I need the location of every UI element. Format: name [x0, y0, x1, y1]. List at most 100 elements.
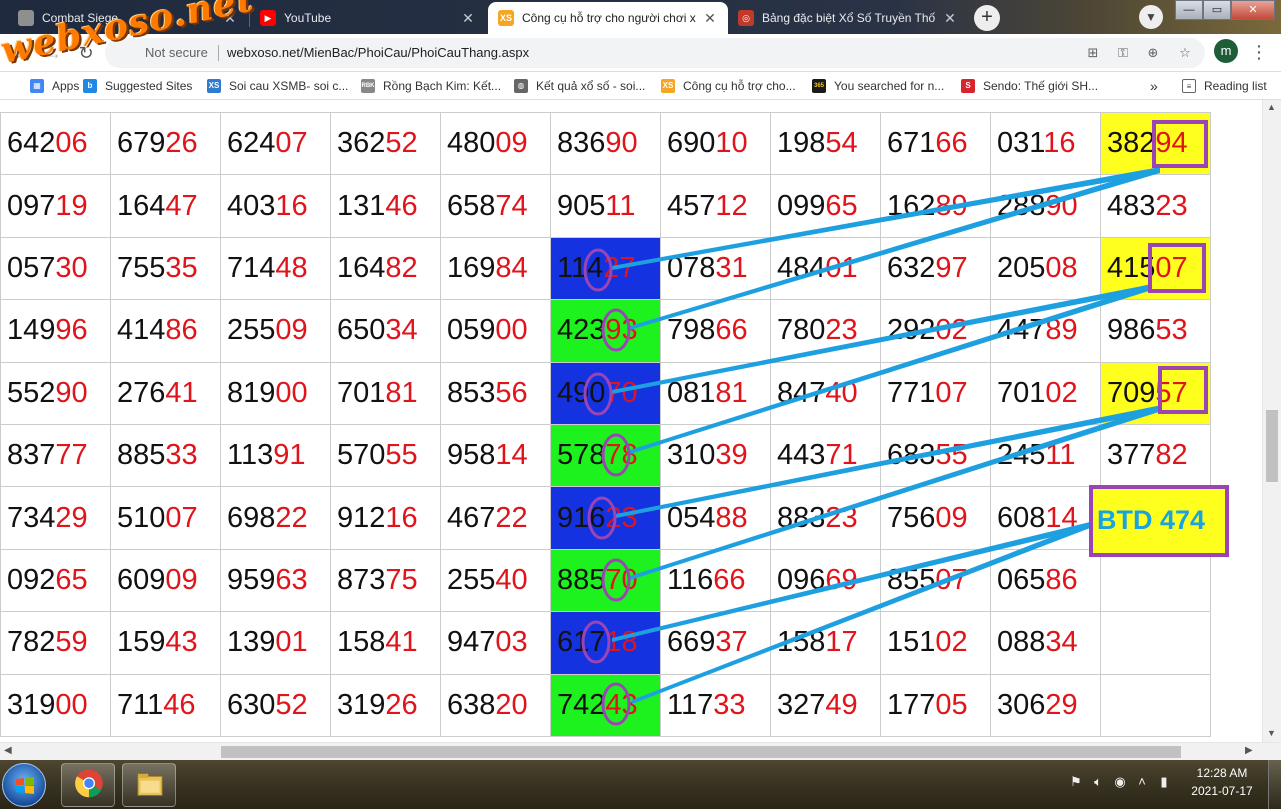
volume-icon[interactable]: 🔈︎ — [1090, 774, 1106, 790]
horizontal-scrollbar[interactable]: ◀ ▶ — [0, 742, 1281, 760]
start-button[interactable] — [2, 763, 46, 807]
flag-notification-icon[interactable]: ⚑ — [1068, 774, 1084, 790]
grid-cell: 61718 — [550, 611, 661, 675]
avatar[interactable]: m — [1214, 39, 1238, 63]
bookmarks-more-button[interactable]: » — [1150, 77, 1158, 95]
close-window-button[interactable]: ✕ — [1231, 0, 1275, 20]
key-icon[interactable]: ⚿ — [1113, 43, 1133, 63]
clock-time[interactable]: 12:28 AM — [1190, 766, 1254, 780]
security-indicator[interactable]: Not secure — [145, 45, 208, 60]
grid-cell: 69010 — [660, 111, 771, 176]
cell-tail-digits: 57 — [1155, 376, 1188, 409]
bookmark-suggested-sites[interactable]: b Suggested Sites — [83, 77, 192, 95]
cell-head-digits: 480 — [447, 127, 496, 160]
bookmark-rong-bach-kim[interactable]: RBK Rồng Bạch Kim: Kết... — [361, 77, 501, 95]
grid-cell: 11391 — [220, 423, 331, 488]
grid-row: 09719 16447 40316 13146 65874 90511 45712 09965… — [0, 174, 1211, 238]
cell-tail-digits: 84 — [495, 251, 528, 284]
bookmark-cong-cu[interactable]: XS Công cụ hỗ trợ cho... — [661, 77, 796, 95]
bookmark-label: Soi cau XSMB- soi c... — [229, 79, 349, 93]
cell-tail-digits: 89 — [1045, 314, 1078, 347]
menu-icon[interactable]: ⋮ — [1250, 40, 1268, 64]
scroll-up-icon[interactable]: ▲ — [1267, 102, 1276, 112]
bookmark-sendo[interactable]: S Sendo: Thế giới SH... — [961, 77, 1098, 95]
chevron-down-icon[interactable]: ▼ — [1139, 5, 1163, 29]
cell-head-digits: 853 — [447, 376, 496, 409]
bookmark-you-searched[interactable]: 365 You searched for n... — [812, 77, 944, 95]
cell-head-digits: 756 — [887, 501, 936, 534]
show-desktop-button[interactable] — [1268, 760, 1281, 809]
globe-icon: ◍ — [514, 79, 528, 93]
cell-head-digits: 771 — [887, 376, 936, 409]
star-icon[interactable]: ☆ — [1175, 43, 1195, 63]
chevron-up-icon[interactable]: ˄ — [1134, 774, 1150, 790]
grid-cell: 63820 — [440, 673, 551, 737]
chrome-taskbar-button[interactable] — [61, 763, 115, 807]
zoom-icon[interactable]: ⊕ — [1143, 43, 1163, 63]
cell-head-digits: 415 — [1107, 251, 1156, 284]
grid-cell: 19854 — [770, 111, 881, 176]
tab-cong-cu[interactable]: XS Công cụ hỗ trợ cho người chơi xổ ✕ — [488, 2, 728, 34]
windows-taskbar: ⚑ 🔈︎ ◉ ˄ ▮ 12:28 AM 2021-07-17 — [0, 760, 1281, 809]
maximize-button[interactable]: ▭ — [1203, 0, 1231, 20]
grid-cell: 85507 — [880, 548, 991, 613]
close-icon[interactable]: ✕ — [460, 10, 476, 27]
new-tab-button[interactable]: + — [974, 5, 1000, 31]
bookmark-ket-qua[interactable]: ◍ Kết quả xổ số - soi... — [514, 77, 645, 95]
grid-cell: 57055 — [330, 423, 441, 488]
cell-head-digits: 714 — [227, 251, 276, 284]
horizontal-scroll-thumb[interactable] — [221, 746, 1181, 758]
cell-head-digits: 245 — [997, 439, 1046, 472]
cell-head-digits: 630 — [227, 688, 276, 721]
cell-tail-digits: 29 — [55, 501, 88, 534]
cell-head-digits: 096 — [777, 563, 826, 596]
grid-cell: 30629 — [990, 673, 1101, 737]
scroll-right-icon[interactable]: ▶ — [1245, 745, 1253, 756]
cell-head-digits: 158 — [337, 626, 386, 659]
cell-tail-digits: 27 — [603, 251, 636, 284]
cell-tail-digits: 34 — [385, 314, 418, 347]
grid-row: 83777 88533 11391 57055 95814 57878 31039 44371… — [0, 423, 1211, 488]
file-explorer-taskbar-button[interactable] — [122, 763, 176, 807]
folder-icon — [137, 773, 163, 796]
tab-bang-dac-biet[interactable]: ◎ Bảng đặc biệt Xổ Số Truyền Thốn ✕ — [728, 2, 968, 34]
network-icon[interactable]: ◉ — [1112, 774, 1128, 790]
cell-tail-digits: 86 — [1045, 563, 1078, 596]
vertical-scroll-thumb[interactable] — [1266, 410, 1278, 482]
cell-head-digits: 510 — [117, 501, 166, 534]
bookmark-apps[interactable]: ▦ Apps — [30, 77, 79, 95]
close-icon[interactable]: ✕ — [702, 10, 718, 27]
grid-cell: 57878 — [550, 423, 661, 488]
cell-head-digits: 847 — [777, 376, 826, 409]
url-text[interactable]: webxoso.net/MienBac/PhoiCau/PhoiCauThang… — [227, 45, 529, 60]
scroll-down-icon[interactable]: ▼ — [1267, 728, 1276, 738]
cell-head-digits: 403 — [227, 189, 276, 222]
chrome-icon — [75, 769, 103, 798]
battery-icon[interactable]: ▮ — [1156, 774, 1172, 790]
cell-head-digits: 698 — [227, 501, 276, 534]
cell-tail-digits: 53 — [1155, 314, 1188, 347]
bookmark-label: Apps — [52, 79, 80, 93]
youtube-icon: ▶ — [260, 10, 276, 26]
address-bar[interactable]: Not secure webxoso.net/MienBac/PhoiCau/P… — [105, 38, 1205, 68]
cell-tail-digits: 20 — [495, 688, 528, 721]
close-icon[interactable]: ✕ — [942, 10, 958, 27]
cell-head-digits: 131 — [337, 189, 386, 222]
grid-cell: 60909 — [110, 548, 221, 613]
reading-list-button[interactable]: ≡ Reading list — [1182, 77, 1267, 95]
cell-head-digits: 658 — [447, 189, 496, 222]
minimize-button[interactable]: — — [1175, 0, 1203, 20]
clock-date[interactable]: 2021-07-17 — [1190, 784, 1254, 798]
grid-cell: 16447 — [110, 174, 221, 238]
scroll-left-icon[interactable]: ◀ — [4, 745, 12, 756]
cell-tail-digits: 70 — [605, 563, 638, 596]
cell-tail-digits: 03 — [495, 626, 528, 659]
install-app-icon[interactable]: ⊞ — [1083, 43, 1103, 63]
grid-cell: 05488 — [660, 486, 771, 550]
cell-head-digits: 327 — [777, 688, 826, 721]
bookmark-soi-cau[interactable]: XS Soi cau XSMB- soi c... — [207, 77, 348, 95]
cell-head-digits: 081 — [667, 376, 716, 409]
vertical-scrollbar[interactable]: ▲ ▼ — [1262, 100, 1281, 742]
cell-tail-digits: 43 — [605, 688, 638, 721]
tab-youtube[interactable]: ▶ YouTube ✕ — [250, 2, 486, 34]
